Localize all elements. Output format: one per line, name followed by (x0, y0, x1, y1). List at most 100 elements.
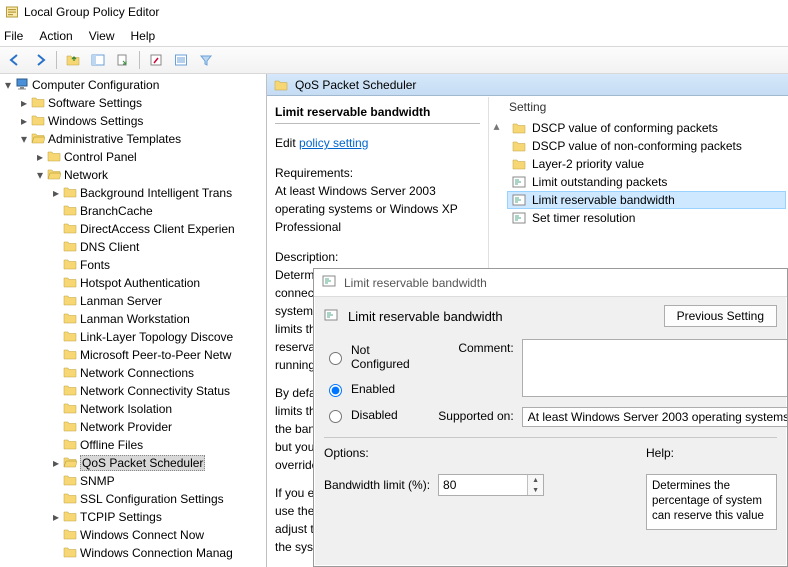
chevron-right-icon[interactable]: ▸ (50, 511, 62, 523)
description-label: Description: (275, 248, 480, 266)
bandwidth-input[interactable] (439, 475, 527, 495)
folder-icon (63, 401, 77, 418)
toolbar (0, 46, 788, 74)
details-button[interactable] (170, 49, 192, 71)
tree-root[interactable]: ▾ Computer Configuration (2, 76, 266, 94)
previous-setting-button[interactable]: Previous Setting (664, 305, 777, 327)
list-item[interactable]: Set timer resolution (507, 209, 786, 227)
chevron-right-icon[interactable]: ▸ (50, 457, 62, 469)
tree-admin-templates[interactable]: ▾Administrative Templates (18, 130, 266, 148)
up-button[interactable] (62, 49, 84, 71)
column-header-setting[interactable]: Setting (489, 97, 788, 117)
list-item[interactable]: Limit reservable bandwidth (507, 191, 786, 209)
tree-item[interactable]: Microsoft Peer-to-Peer Netw (50, 346, 266, 364)
scroll-up-icon[interactable]: ▴ (489, 119, 504, 149)
radio-disabled[interactable]: Disabled (324, 407, 410, 423)
tree-item-label: Hotspot Authentication (80, 276, 200, 290)
spacer (50, 277, 62, 289)
spacer (50, 295, 62, 307)
tree-item[interactable]: ▸ QoS Packet Scheduler (50, 454, 266, 472)
tree-item-label: Lanman Workstation (80, 312, 190, 326)
tree-control-panel[interactable]: ▸Control Panel (34, 148, 266, 166)
forward-button[interactable] (29, 49, 51, 71)
policy-dialog: Limit reservable bandwidth Limit reserva… (313, 268, 788, 567)
filter-button[interactable] (195, 49, 217, 71)
chevron-down-icon[interactable]: ▾ (2, 79, 14, 91)
tree-item-label: Network Isolation (80, 402, 172, 416)
folder-icon (63, 203, 77, 220)
spin-down-icon[interactable]: ▼ (528, 485, 543, 495)
tree-item[interactable]: Network Provider (50, 418, 266, 436)
menu-view[interactable]: View (89, 29, 115, 43)
tree-item-label: Network Connections (80, 366, 194, 380)
tree-network[interactable]: ▾Network (34, 166, 266, 184)
folder-icon (31, 113, 45, 130)
folder-icon (63, 383, 77, 400)
chevron-right-icon[interactable]: ▸ (34, 151, 46, 163)
tree-item[interactable]: ▸ TCPIP Settings (50, 508, 266, 526)
properties-button[interactable] (145, 49, 167, 71)
folder-icon (511, 138, 527, 154)
radio-enabled[interactable]: Enabled (324, 381, 410, 397)
tree-item[interactable]: Fonts (50, 256, 266, 274)
tree-item[interactable]: Lanman Workstation (50, 310, 266, 328)
folder-icon (63, 509, 77, 526)
tree-item-label: Network Provider (80, 420, 172, 434)
setting-icon (511, 192, 527, 208)
window-title: Local Group Policy Editor (24, 5, 159, 19)
chevron-down-icon[interactable]: ▾ (34, 169, 46, 181)
spacer (50, 241, 62, 253)
tree-item[interactable]: SSL Configuration Settings (50, 490, 266, 508)
navigation-tree[interactable]: ▾ Computer Configuration ▸Software Setti… (0, 74, 267, 567)
tree-software-settings[interactable]: ▸Software Settings (18, 94, 266, 112)
dialog-titlebar[interactable]: Limit reservable bandwidth (314, 269, 787, 297)
spin-up-icon[interactable]: ▲ (528, 475, 543, 485)
tree-item[interactable]: Offline Files (50, 436, 266, 454)
tree-item[interactable]: Lanman Server (50, 292, 266, 310)
tree-item[interactable]: DNS Client (50, 238, 266, 256)
folder-icon (63, 221, 77, 238)
menu-action[interactable]: Action (39, 29, 72, 43)
list-item[interactable]: Layer-2 priority value (507, 155, 786, 173)
spacer (50, 547, 62, 559)
tree-item[interactable]: Windows Connection Manag (50, 544, 266, 562)
tree-item-label: SNMP (80, 474, 115, 488)
tree-item[interactable]: Network Connectivity Status (50, 382, 266, 400)
folder-icon (63, 419, 77, 436)
list-item[interactable]: Limit outstanding packets (507, 173, 786, 191)
folder-icon (47, 149, 61, 166)
folder-icon (63, 527, 77, 544)
list-item[interactable]: DSCP value of non-conforming packets (507, 137, 786, 155)
menu-file[interactable]: File (4, 29, 23, 43)
tree-item[interactable]: Windows Connect Now (50, 526, 266, 544)
show-hide-tree-button[interactable] (87, 49, 109, 71)
tree-item[interactable]: Link-Layer Topology Discove (50, 328, 266, 346)
menu-help[interactable]: Help (131, 29, 156, 43)
tree-item[interactable]: Network Isolation (50, 400, 266, 418)
options-label: Options: (324, 446, 632, 460)
tree-item-label: SSL Configuration Settings (80, 492, 224, 506)
back-button[interactable] (4, 49, 26, 71)
computer-icon (15, 77, 29, 94)
help-label: Help: (646, 446, 777, 460)
export-list-button[interactable] (112, 49, 134, 71)
edit-policy-link[interactable]: policy setting (299, 136, 368, 150)
chevron-right-icon[interactable]: ▸ (50, 187, 62, 199)
tree-item[interactable]: DirectAccess Client Experien (50, 220, 266, 238)
comment-field[interactable] (522, 339, 788, 397)
tree-item[interactable]: Hotspot Authentication (50, 274, 266, 292)
tree-windows-settings[interactable]: ▸Windows Settings (18, 112, 266, 130)
list-item[interactable]: DSCP value of conforming packets (507, 119, 786, 137)
tree-item[interactable]: ▸ Background Intelligent Trans (50, 184, 266, 202)
setting-icon (511, 210, 527, 226)
chevron-right-icon[interactable]: ▸ (18, 97, 30, 109)
radio-not-configured[interactable]: Not Configured (324, 343, 410, 371)
tree-item[interactable]: Network Connections (50, 364, 266, 382)
folder-icon (63, 473, 77, 490)
bandwidth-stepper[interactable]: ▲▼ (438, 474, 544, 496)
chevron-down-icon[interactable]: ▾ (18, 133, 30, 145)
tree-item[interactable]: BranchCache (50, 202, 266, 220)
tree-item[interactable]: SNMP (50, 472, 266, 490)
spacer (50, 439, 62, 451)
chevron-right-icon[interactable]: ▸ (18, 115, 30, 127)
